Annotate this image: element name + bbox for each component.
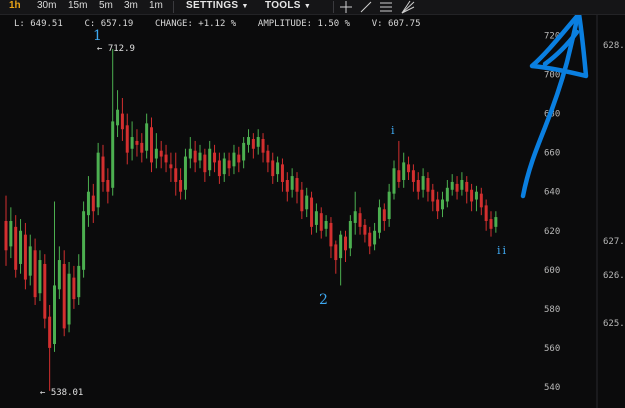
crosshair-icon[interactable] — [339, 0, 353, 14]
chevron-down-icon: ▼ — [241, 3, 249, 10]
timeframe-1m[interactable]: 1m — [149, 0, 163, 14]
timeframe-15m[interactable]: 15m — [68, 0, 87, 14]
fib-fan-icon[interactable] — [401, 0, 415, 14]
timeframe-5m[interactable]: 5m — [99, 0, 113, 14]
low-value: L: 649.51 — [14, 19, 63, 29]
tools-menu[interactable]: TOOLS ▼ — [265, 0, 311, 14]
toolbar-divider — [333, 1, 334, 13]
ohlc-stats-bar: L: 649.51 C: 657.19 CHANGE: +1.12 % AMPL… — [14, 19, 421, 29]
volume-value: V: 607.75 — [371, 19, 421, 29]
horizontal-lines-icon[interactable] — [379, 0, 393, 14]
settings-menu[interactable]: SETTINGS ▼ — [186, 0, 249, 14]
amplitude-value: AMPLITUDE: 1.50 % — [257, 19, 351, 29]
toolbar-divider — [173, 1, 174, 13]
tools-label: TOOLS — [265, 0, 301, 11]
timeframe-30m[interactable]: 30m — [37, 0, 56, 14]
hand-drawn-arrow — [520, 11, 589, 199]
close-value: C: 657.19 — [84, 19, 134, 29]
chevron-down-icon: ▼ — [303, 3, 312, 10]
timeframe-3m[interactable]: 3m — [124, 0, 138, 14]
change-value: CHANGE: +1.12 % — [154, 19, 237, 29]
settings-label: SETTINGS — [186, 0, 239, 11]
toolbar: 1h 30m 15m 5m 3m 1m SETTINGS ▼ TOOLS ▼ — [0, 0, 625, 15]
line-tool-icon[interactable] — [359, 0, 373, 14]
timeframe-1h[interactable]: 1h — [9, 0, 21, 14]
